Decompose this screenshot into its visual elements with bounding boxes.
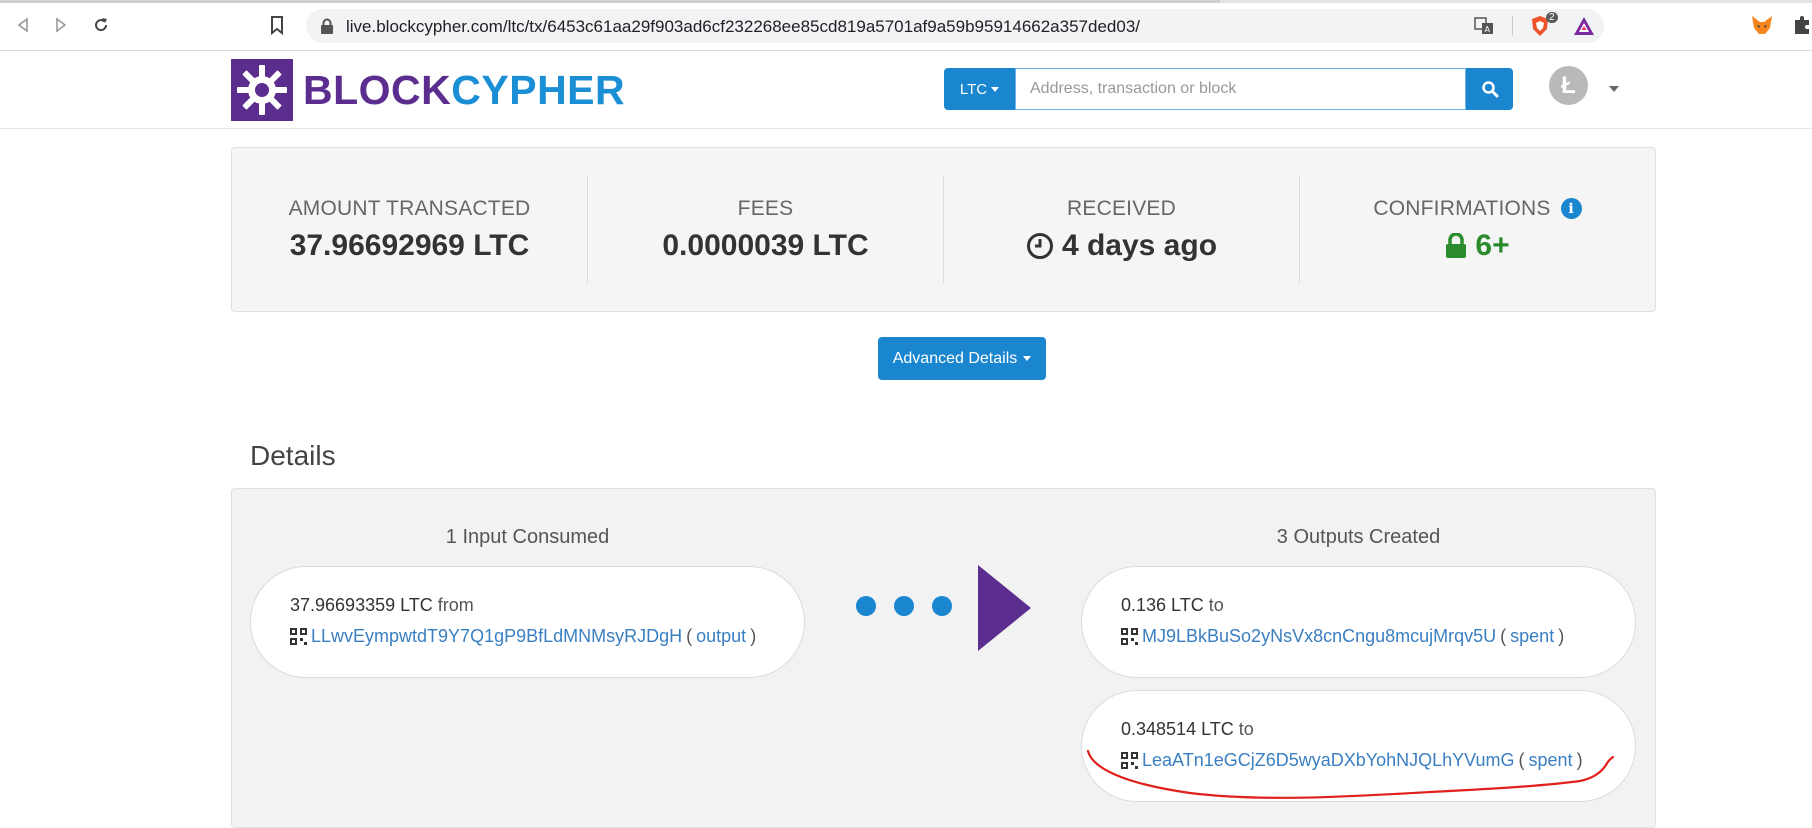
- search-icon: [1481, 81, 1498, 98]
- red-underline-annotation: [1086, 749, 1615, 799]
- amount-transacted-label: AMOUNT TRANSACTED: [288, 196, 531, 220]
- metamask-fox-icon[interactable]: [1750, 14, 1774, 36]
- caret-down-icon: [991, 86, 1000, 92]
- outputs-heading: 3 Outputs Created: [1276, 526, 1441, 548]
- output-status-link[interactable]: spent: [1510, 626, 1554, 647]
- confirmations-label-row: CONFIRMATIONS i: [1373, 196, 1582, 221]
- input-item: 37.96693359 LTC from LLwvEympwtdT9Y7Q1gP…: [250, 566, 805, 678]
- bookmark-icon[interactable]: [267, 14, 287, 36]
- flow-dots: [856, 596, 952, 616]
- back-icon[interactable]: [12, 14, 34, 36]
- received-value: 4 days ago: [1061, 228, 1218, 262]
- qr-code-icon[interactable]: [1121, 628, 1138, 645]
- coin-selector-button[interactable]: LTC: [944, 68, 1015, 110]
- blockcypher-logo[interactable]: BLOCKCYPHER: [231, 59, 625, 121]
- active-tab-indicator: [0, 0, 1220, 3]
- forward-icon[interactable]: [50, 14, 72, 36]
- litecoin-avatar-icon[interactable]: Ł: [1549, 66, 1588, 105]
- flow-dot: [932, 596, 952, 616]
- input-direction: from: [437, 595, 474, 615]
- toolbar-divider: [1512, 16, 1513, 36]
- address-bar[interactable]: live.blockcypher.com/ltc/tx/6453c61aa29f…: [306, 9, 1604, 43]
- input-status-link[interactable]: output: [696, 626, 746, 647]
- received-label: RECEIVED: [1067, 196, 1176, 220]
- browser-toolbar: live.blockcypher.com/ltc/tx/6453c61aa29f…: [0, 0, 1812, 51]
- tab-strip: [0, 0, 1812, 3]
- input-address-line: LLwvEympwtdT9Y7Q1gP9BfLdMNMsyRJDgH (outp…: [290, 626, 804, 647]
- confirmations-label: CONFIRMATIONS: [1373, 196, 1551, 220]
- logo-wordmark: BLOCKCYPHER: [303, 67, 625, 114]
- lock-icon: [320, 18, 334, 34]
- caret-down-icon: [1023, 356, 1032, 361]
- fees-value: 0.0000039 LTC: [662, 228, 869, 262]
- input-amount-line: 37.96693359 LTC from: [290, 595, 804, 616]
- output-direction: to: [1208, 595, 1224, 615]
- fees-stat: FEES 0.0000039 LTC: [588, 175, 944, 284]
- output-amount: 0.136 LTC: [1121, 595, 1204, 615]
- qr-code-icon[interactable]: [290, 628, 307, 645]
- search-input[interactable]: [1015, 68, 1466, 110]
- extensions-puzzle-icon[interactable]: [1792, 14, 1812, 36]
- flow-dot: [856, 596, 876, 616]
- translate-icon[interactable]: A: [1474, 17, 1494, 35]
- fees-label: FEES: [737, 196, 794, 220]
- account-dropdown-caret-icon[interactable]: [1609, 86, 1619, 92]
- details-heading: Details: [250, 440, 336, 471]
- output-amount-line: 0.348514 LTC to: [1121, 719, 1635, 740]
- confirmations-stat: CONFIRMATIONS i 6+: [1300, 176, 1655, 284]
- output-address-link[interactable]: MJ9LBkBuSo2yNsVx8cnCngu8mcujMrqv5U: [1142, 626, 1496, 647]
- coin-selector-label: LTC: [959, 80, 988, 98]
- input-status-close-paren: ): [750, 626, 757, 646]
- logo-word-block: BLOCK: [303, 66, 452, 113]
- clock-icon: [1026, 232, 1053, 259]
- site-header: BLOCKCYPHER LTC Ł: [0, 51, 1812, 129]
- logo-gear-icon: [231, 59, 293, 121]
- inputs-heading: 1 Input Consumed: [445, 526, 610, 548]
- input-amount: 37.96693359 LTC: [290, 595, 433, 615]
- brave-shield-count: 2: [1546, 12, 1558, 23]
- output-amount-line: 0.136 LTC to: [1121, 595, 1635, 616]
- confirmations-value-row: 6+: [1445, 228, 1510, 263]
- input-address-link[interactable]: LLwvEympwtdT9Y7Q1gP9BfLdMNMsyRJDgH: [311, 626, 682, 647]
- brave-rewards-icon[interactable]: [1573, 15, 1595, 37]
- transaction-summary-panel: AMOUNT TRANSACTED 37.96692969 LTC FEES 0…: [231, 147, 1656, 312]
- svg-text:A: A: [1485, 25, 1491, 34]
- amount-transacted-value: 37.96692969 LTC: [289, 228, 530, 262]
- confirmations-value: 6+: [1475, 228, 1510, 262]
- info-icon[interactable]: i: [1560, 198, 1582, 219]
- amount-transacted-stat: AMOUNT TRANSACTED 37.96692969 LTC: [232, 175, 588, 284]
- output-direction: to: [1238, 719, 1254, 739]
- flow-dot: [894, 596, 914, 616]
- lock-icon: [1446, 232, 1467, 258]
- received-value-row: 4 days ago: [1026, 229, 1217, 263]
- search-button[interactable]: [1466, 68, 1513, 110]
- reload-icon[interactable]: [90, 14, 112, 36]
- search-bar: LTC: [944, 68, 1513, 110]
- logo-word-cypher: CYPHER: [451, 66, 626, 113]
- flow-arrow-icon: [978, 565, 1031, 651]
- output-amount: 0.348514 LTC: [1121, 719, 1234, 739]
- input-status-open-paren: (: [686, 626, 693, 646]
- advanced-details-button[interactable]: Advanced Details: [878, 337, 1046, 380]
- received-stat: RECEIVED 4 days ago: [944, 175, 1300, 284]
- output-status-open-paren: (: [1500, 626, 1507, 646]
- output-item: 0.136 LTC to MJ9LBkBuSo2yNsVx8cnCngu8mcu…: [1081, 566, 1636, 678]
- url-text[interactable]: live.blockcypher.com/ltc/tx/6453c61aa29f…: [346, 17, 1140, 37]
- output-status-close-paren: ): [1558, 626, 1565, 646]
- advanced-details-label: Advanced Details: [892, 349, 1018, 367]
- output-address-line: MJ9LBkBuSo2yNsVx8cnCngu8mcujMrqv5U (spen…: [1121, 626, 1635, 647]
